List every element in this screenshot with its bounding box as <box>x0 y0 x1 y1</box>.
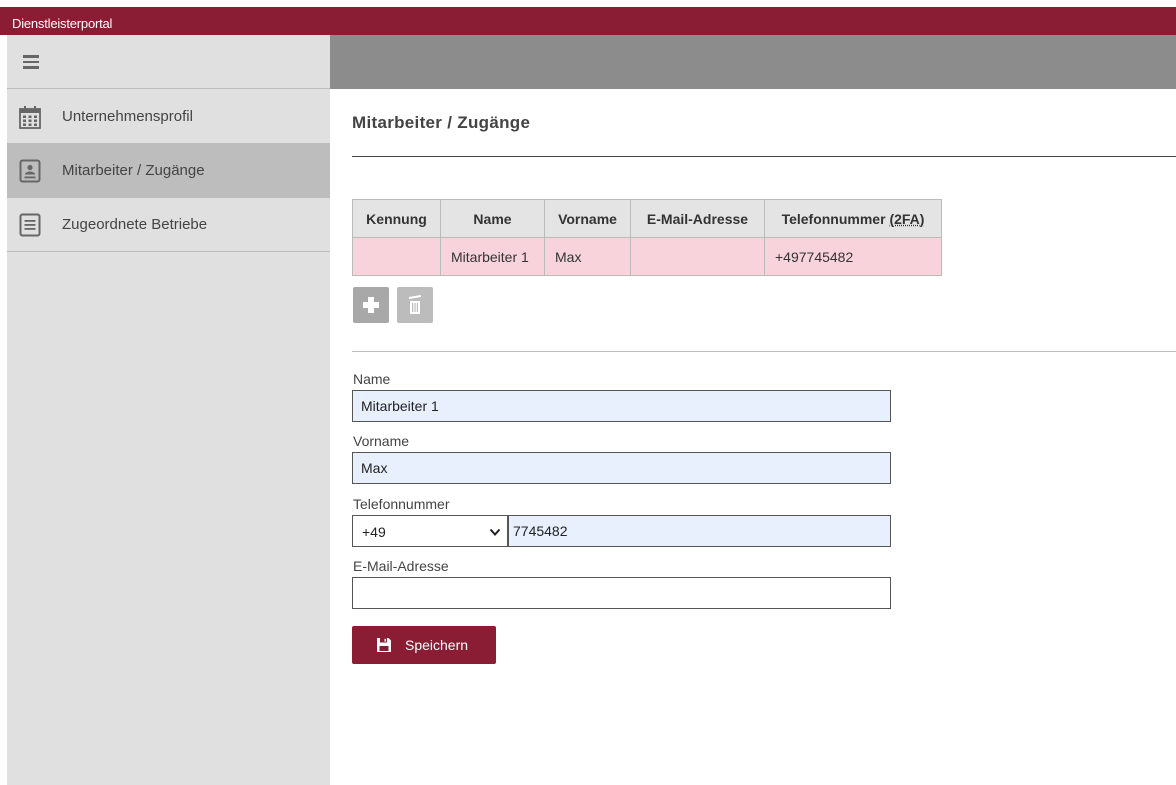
phone-label: Telefonnummer <box>353 496 450 512</box>
page-title: Mitarbeiter / Zugänge <box>352 113 531 132</box>
form-divider <box>352 351 1176 352</box>
staff-table: Kennung Name Vorname E-Mail-Adresse Tele… <box>352 199 942 276</box>
sidebar-item-unternehmensprofil[interactable]: Unternehmensprofil <box>7 90 330 144</box>
app-title: Dienstleisterportal <box>12 16 113 31</box>
country-code-value: +49 <box>362 524 386 540</box>
cell-email <box>630 237 765 276</box>
sidebar-item-mitarbeiter[interactable]: Mitarbeiter / Zugänge <box>7 144 330 198</box>
add-employee-button[interactable] <box>353 287 389 323</box>
name-input[interactable] <box>352 390 891 422</box>
delete-employee-button[interactable] <box>397 287 433 323</box>
vorname-input[interactable] <box>352 452 891 484</box>
save-button[interactable]: Speichern <box>352 626 496 664</box>
vorname-label: Vorname <box>353 433 410 449</box>
email-input[interactable] <box>352 577 891 609</box>
sidebar-item-label: Zugeordnete Betriebe <box>62 216 208 233</box>
column-header-phone-label: Telefonnummer <box>781 210 890 227</box>
chevron-down-icon <box>489 528 501 536</box>
cell-kennung <box>352 237 441 276</box>
country-code-select[interactable]: +49 <box>352 515 508 547</box>
name-label: Name <box>353 371 391 387</box>
email-label: E-Mail-Adresse <box>353 558 449 574</box>
brand-bar: Dienstleisterportal <box>0 7 1176 35</box>
table-row[interactable]: Mitarbeiter 1 Max +497745482 <box>352 237 942 276</box>
content-header-bar <box>330 35 1176 89</box>
sidebar-item-label: Mitarbeiter / Zugänge <box>62 162 205 179</box>
table-header-row: Kennung Name Vorname E-Mail-Adresse Tele… <box>352 199 942 238</box>
cell-phone: +497745482 <box>764 237 942 276</box>
column-header-email[interactable]: E-Mail-Adresse <box>630 199 765 238</box>
floppy-disk-icon <box>377 638 391 652</box>
document-list-icon <box>19 213 41 237</box>
top-bar: Dienstleisterportal <box>0 0 1176 35</box>
cell-name: Mitarbeiter 1 <box>440 237 545 276</box>
title-divider <box>352 156 1176 157</box>
column-header-name[interactable]: Name <box>440 199 545 238</box>
column-header-kennung[interactable]: Kennung <box>352 199 441 238</box>
contact-card-icon <box>19 159 41 183</box>
save-button-label: Speichern <box>405 637 469 653</box>
sidebar-item-label: Unternehmensprofil <box>62 108 193 125</box>
cell-vorname: Max <box>544 237 631 276</box>
calendar-icon <box>19 106 41 129</box>
column-header-phone[interactable]: Telefonnummer (2FA) <box>764 199 942 238</box>
plus-icon <box>363 297 379 313</box>
column-header-vorname[interactable]: Vorname <box>544 199 631 238</box>
sidebar-toggle[interactable] <box>7 35 330 89</box>
sidebar: Unternehmensprofil Mitarbeiter / Zugänge… <box>7 35 330 785</box>
two-factor-abbr: (2FA) <box>889 210 925 227</box>
hamburger-menu-icon[interactable] <box>23 55 39 69</box>
sidebar-item-zugeordnete-betriebe[interactable]: Zugeordnete Betriebe <box>7 198 330 252</box>
phone-number-input[interactable] <box>508 515 891 547</box>
trash-icon <box>409 295 421 314</box>
